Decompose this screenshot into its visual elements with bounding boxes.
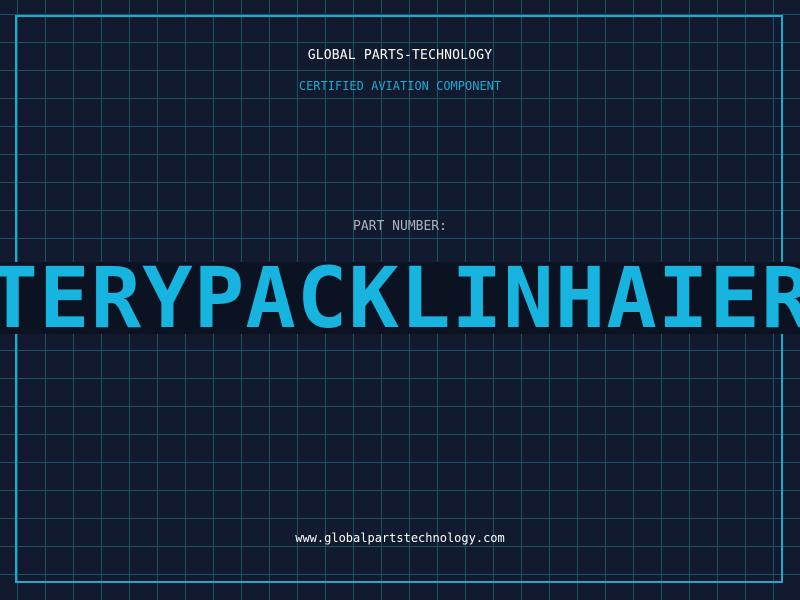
part-number-value: BATTERYPACKLINHAIERGDT <box>0 262 800 334</box>
part-certificate-card: GLOBAL PARTS-TECHNOLOGY CERTIFIED AVIATI… <box>0 0 800 600</box>
part-number-label: PART NUMBER: <box>353 219 447 234</box>
certification-subtitle: CERTIFIED AVIATION COMPONENT <box>298 79 502 93</box>
brand-name: GLOBAL PARTS-TECHNOLOGY <box>307 48 493 63</box>
part-number-band: BATTERYPACKLINHAIERGDT <box>0 262 800 334</box>
website-url[interactable]: www.globalpartstechnology.com <box>0 531 800 545</box>
